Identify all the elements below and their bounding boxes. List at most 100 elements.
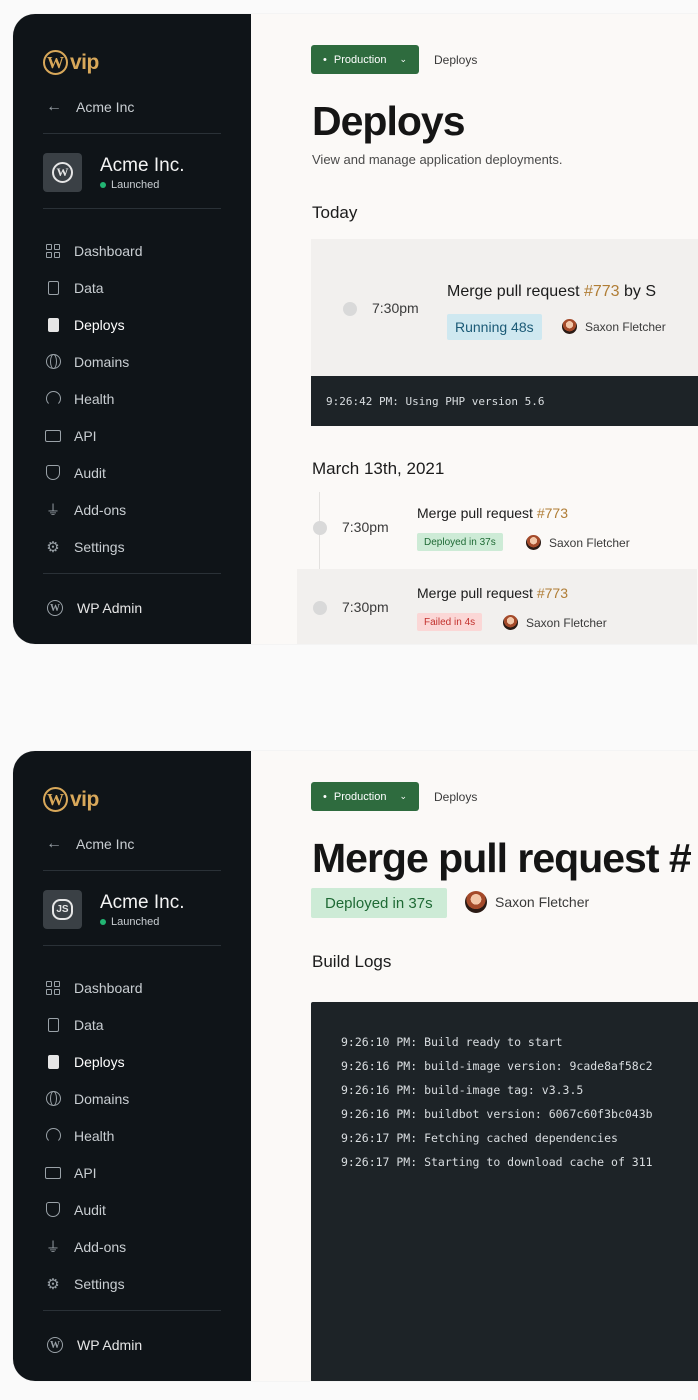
deploy-title: Merge pull request #773: [417, 505, 568, 521]
sidebar-item-dashboard[interactable]: Dashboard: [45, 232, 143, 269]
gauge-icon: [45, 391, 61, 407]
sidebar-item-data[interactable]: Data: [45, 1006, 143, 1043]
wordpress-icon: W: [47, 1337, 63, 1353]
sidebar-item-settings[interactable]: ⚙ Settings: [45, 528, 143, 565]
topbar: • Production ⌄ Deploys: [311, 782, 477, 811]
site-switcher[interactable]: W Acme Inc. Launched: [43, 153, 184, 192]
wp-admin-link[interactable]: W WP Admin: [47, 1337, 142, 1353]
log-line: 9:26:17 PM: Starting to download cache o…: [341, 1155, 653, 1169]
main-content: • Production ⌄ Deploys Merge pull reques…: [251, 751, 698, 1381]
sidebar-item-add-ons[interactable]: ⏚ Add-ons: [45, 1228, 143, 1265]
deploy-title: Merge pull request #773: [417, 585, 568, 601]
sidebar-item-domains[interactable]: Domains: [45, 343, 143, 380]
plug-icon: ⏚: [46, 501, 60, 518]
deploy-time: 7:30pm: [342, 519, 389, 535]
sidebar-item-api[interactable]: API: [45, 417, 143, 454]
shield-icon: [45, 465, 61, 481]
back-link[interactable]: ← Acme Inc: [46, 835, 134, 853]
gauge-icon: [45, 1128, 61, 1144]
plug-icon: ⏚: [46, 1238, 60, 1255]
data-icon: [45, 1017, 61, 1033]
sidebar-item-deploys[interactable]: Deploys: [45, 306, 143, 343]
wordpress-icon: W: [47, 600, 63, 616]
sidebar-item-health[interactable]: Health: [45, 1117, 143, 1154]
dashboard-icon: [45, 243, 61, 259]
api-icon: [45, 1165, 61, 1181]
vip-logo[interactable]: W vip: [43, 50, 99, 75]
vip-logo[interactable]: W vip: [43, 787, 99, 812]
wordpress-icon: W: [52, 162, 73, 183]
author: Saxon Fletcher: [465, 891, 589, 913]
shield-icon: [45, 1202, 61, 1218]
breadcrumb[interactable]: Deploys: [434, 53, 477, 67]
page-subtitle: View and manage application deployments.: [312, 152, 563, 167]
avatar: [465, 891, 487, 913]
wordpress-logo-icon: W: [43, 787, 68, 812]
site-switcher[interactable]: JS Acme Inc. Launched: [43, 890, 184, 929]
status-badge: Deployed in 37s: [417, 533, 503, 551]
sidebar-item-audit[interactable]: Audit: [45, 1191, 143, 1228]
back-link[interactable]: ← Acme Inc: [46, 98, 134, 116]
deploys-list-window: W vip ← Acme Inc W Acme Inc. Launched Da…: [13, 14, 698, 644]
sidebar-nav: Dashboard Data Deploys Domains Health AP…: [45, 969, 143, 1302]
status-dot-icon: [100, 918, 106, 925]
environment-dropdown[interactable]: • Production ⌄: [311, 45, 419, 74]
wp-admin-link[interactable]: W WP Admin: [47, 600, 142, 616]
pr-link[interactable]: #773: [537, 505, 568, 521]
log-line: 9:26:16 PM: build-image version: 9cade8a…: [341, 1059, 653, 1073]
author: Saxon Fletcher: [526, 535, 630, 550]
site-name: Acme Inc.: [100, 154, 185, 176]
dashboard-icon: [45, 980, 61, 996]
deploy-title: Merge pull request #773 by S: [447, 283, 657, 300]
site-status: Launched: [100, 916, 184, 928]
sidebar-item-api[interactable]: API: [45, 1154, 143, 1191]
breadcrumb[interactable]: Deploys: [434, 790, 477, 804]
divider: [43, 133, 221, 134]
avatar: [562, 319, 577, 334]
clock-icon: [313, 601, 327, 615]
deploy-time: 7:30pm: [372, 300, 419, 316]
pr-link[interactable]: #773: [537, 585, 568, 601]
sidebar-item-add-ons[interactable]: ⏚ Add-ons: [45, 491, 143, 528]
section-heading-date: March 13th, 2021: [312, 459, 445, 478]
divider: [43, 945, 221, 946]
sidebar-item-data[interactable]: Data: [45, 269, 143, 306]
section-heading-today: Today: [312, 203, 358, 222]
api-icon: [45, 428, 61, 444]
status-badge: Failed in 4s: [417, 613, 483, 631]
deploy-detail-window: W vip ← Acme Inc JS Acme Inc. Launched D…: [13, 751, 698, 1381]
nodejs-icon: JS: [52, 899, 73, 920]
log-line: 9:26:16 PM: build-image tag: v3.3.5: [341, 1083, 584, 1097]
site-avatar: JS: [43, 890, 82, 929]
deploys-icon: [45, 1054, 61, 1070]
environment-dropdown[interactable]: • Production ⌄: [311, 782, 419, 811]
site-avatar: W: [43, 153, 82, 192]
sidebar-item-settings[interactable]: ⚙ Settings: [45, 1265, 143, 1302]
deploy-row-running[interactable]: 7:30pm Merge pull request #773 by S Runn…: [311, 239, 698, 379]
author: Saxon Fletcher: [503, 615, 607, 630]
sidebar-item-deploys[interactable]: Deploys: [45, 1043, 143, 1080]
site-status: Launched: [100, 179, 184, 191]
chevron-down-icon: ⌄: [399, 791, 407, 801]
pr-link[interactable]: #773: [584, 283, 620, 300]
build-log-console[interactable]: 9:26:10 PM: Build ready to start 9:26:16…: [311, 1002, 698, 1381]
sidebar-item-domains[interactable]: Domains: [45, 1080, 143, 1117]
chevron-down-icon: ⌄: [399, 54, 407, 64]
deploys-icon: [45, 317, 61, 333]
page-title: Deploys: [312, 98, 465, 144]
log-line: 9:26:17 PM: Fetching cached dependencies: [341, 1131, 618, 1145]
bullet-icon: •: [323, 790, 327, 803]
sidebar: W vip ← Acme Inc JS Acme Inc. Launched D…: [13, 751, 251, 1381]
globe-icon: [45, 354, 61, 370]
sidebar-item-audit[interactable]: Audit: [45, 454, 143, 491]
sidebar-item-health[interactable]: Health: [45, 380, 143, 417]
section-heading-build-logs: Build Logs: [312, 952, 392, 971]
site-name: Acme Inc.: [100, 891, 185, 913]
sidebar: W vip ← Acme Inc W Acme Inc. Launched Da…: [13, 14, 251, 644]
sidebar-item-dashboard[interactable]: Dashboard: [45, 969, 143, 1006]
gear-icon: ⚙: [46, 1275, 60, 1293]
divider: [43, 1310, 221, 1311]
divider: [43, 208, 221, 209]
arrow-left-icon: ←: [46, 98, 62, 115]
wordpress-logo-icon: W: [43, 50, 68, 75]
